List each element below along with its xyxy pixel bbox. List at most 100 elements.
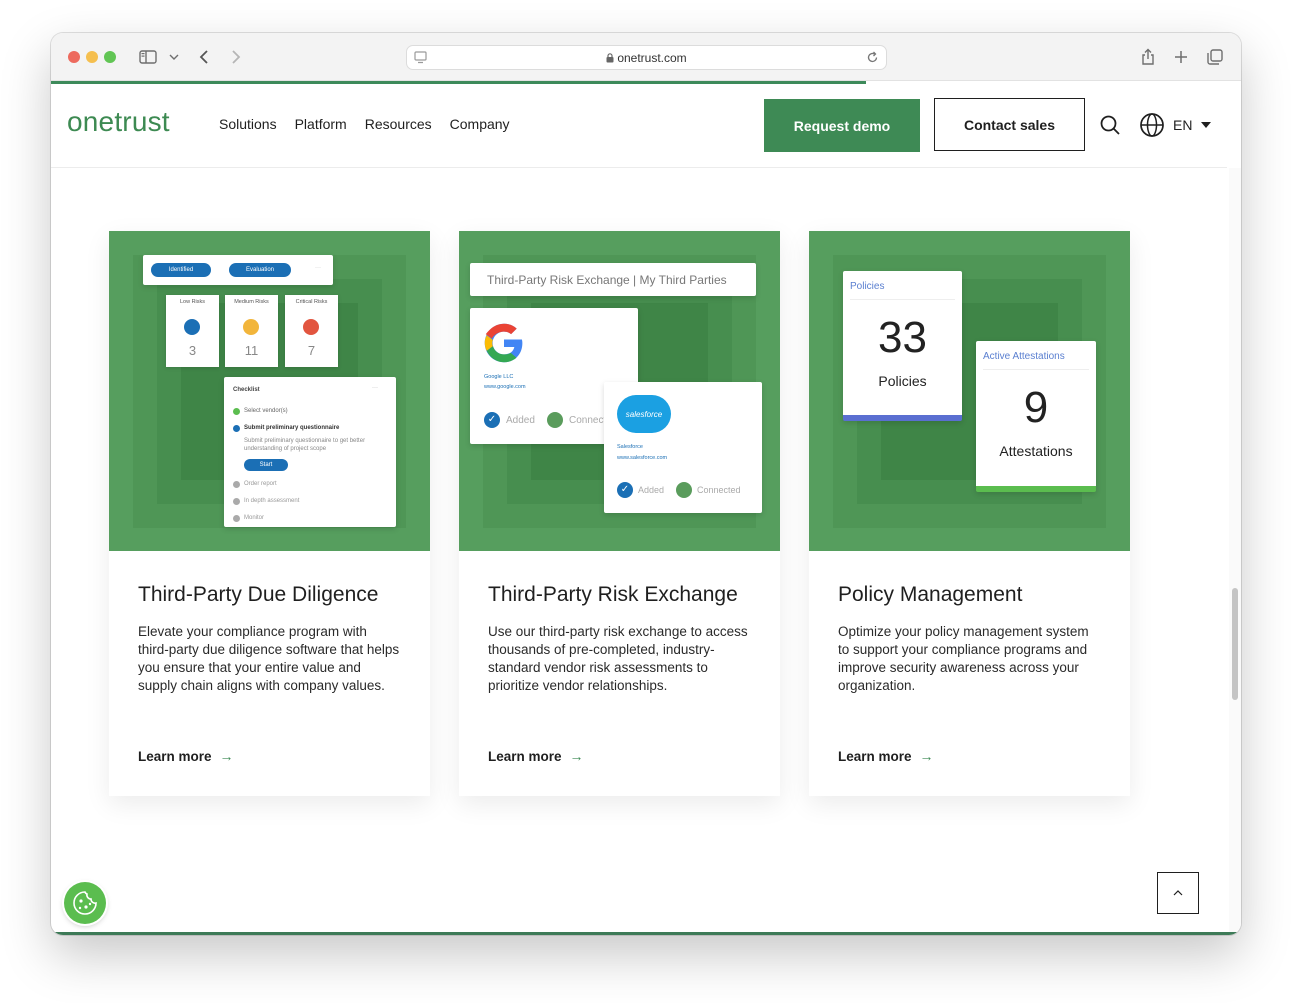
attestations-panel: Active Attestations 9 Attestations xyxy=(976,341,1096,492)
added-label: Added xyxy=(638,485,665,495)
chevron-up-icon xyxy=(1173,887,1183,899)
share-icon[interactable] xyxy=(1139,45,1157,69)
learn-more-label: Learn more xyxy=(138,748,212,764)
chevron-down-icon[interactable] xyxy=(167,45,181,69)
card-title: Policy Management xyxy=(838,583,1023,606)
check-icon xyxy=(233,408,240,415)
pending-icon xyxy=(233,498,240,505)
exchange-header-panel: Third-Party Risk Exchange | My Third Par… xyxy=(470,263,756,296)
card-risk-exchange: Third-Party Risk Exchange | My Third Par… xyxy=(459,231,780,796)
card-illustration: Policies 33 Policies Active Attestations… xyxy=(809,231,1130,551)
forward-icon[interactable] xyxy=(227,45,245,69)
url-label: onetrust.com xyxy=(617,51,687,65)
card-due-diligence: Identified Evaluation ··· Low Risks 3 Me… xyxy=(109,231,430,796)
pending-icon xyxy=(233,515,240,522)
tabs-icon[interactable] xyxy=(1206,45,1224,69)
url-text: onetrust.com xyxy=(407,51,886,66)
current-step-icon xyxy=(233,425,240,432)
site-header: onetrust Solutions Platform Resources Co… xyxy=(51,84,1227,168)
flag-icon xyxy=(184,319,200,335)
request-demo-button[interactable]: Request demo xyxy=(764,99,920,152)
card-description: Elevate your compliance program with thi… xyxy=(138,624,400,693)
reload-icon[interactable] xyxy=(866,51,879,69)
step-identified: Identified xyxy=(151,263,211,277)
attestations-header: Active Attestations xyxy=(983,351,1065,362)
scroll-to-top-button[interactable] xyxy=(1157,872,1199,914)
arrow-right-icon: → xyxy=(219,748,234,764)
address-bar[interactable]: onetrust.com xyxy=(406,45,887,70)
risk-medium: Medium Risks 11 xyxy=(225,295,278,367)
exchange-header: Third-Party Risk Exchange | My Third Par… xyxy=(487,273,727,287)
step-evaluation: Evaluation xyxy=(229,263,291,277)
menu-item-solutions[interactable]: Solutions xyxy=(219,116,277,132)
arrow-right-icon: → xyxy=(919,748,934,764)
policies-header: Policies xyxy=(850,281,885,292)
link-icon xyxy=(676,482,692,498)
vendor-name: Salesforce xyxy=(617,444,643,450)
checklist-item: Monitor xyxy=(244,515,265,521)
vendor-salesforce: salesforce Salesforce www.salesforce.com… xyxy=(604,382,762,513)
risk-low: Low Risks 3 xyxy=(166,295,219,367)
attestations-count: 9 xyxy=(1023,383,1049,432)
start-button: Start xyxy=(244,459,288,471)
card-illustration: Third-Party Risk Exchange | My Third Par… xyxy=(459,231,780,551)
risk-value: 7 xyxy=(307,343,316,358)
learn-more-link[interactable]: Learn more → xyxy=(488,748,584,764)
globe-icon[interactable] xyxy=(1139,112,1165,143)
risk-value: 11 xyxy=(244,343,259,358)
checklist-title: Checklist xyxy=(233,387,260,393)
search-icon[interactable] xyxy=(1099,114,1121,141)
check-icon: ✓ xyxy=(484,412,500,428)
arrow-right-icon: → xyxy=(569,748,584,764)
contact-sales-button[interactable]: Contact sales xyxy=(934,98,1085,151)
learn-more-label: Learn more xyxy=(488,748,562,764)
policies-panel: Policies 33 Policies xyxy=(843,271,962,421)
menu-item-resources[interactable]: Resources xyxy=(365,116,432,132)
bottom-accent-bar xyxy=(51,932,1241,935)
connected-label: Connected xyxy=(697,485,741,495)
vendor-name: Google LLC xyxy=(484,374,514,380)
card-description: Use our third-party risk exchange to acc… xyxy=(488,624,748,693)
close-window-button[interactable] xyxy=(68,51,80,63)
added-label: Added xyxy=(506,415,535,426)
risk-value: 3 xyxy=(188,343,197,358)
browser-toolbar: onetrust.com xyxy=(51,33,1241,81)
onetrust-logo[interactable]: onetrust xyxy=(67,106,170,138)
cookie-settings-icon[interactable] xyxy=(64,882,106,924)
link-icon xyxy=(547,412,563,428)
lock-icon xyxy=(606,52,614,66)
main-menu: Solutions Platform Resources Company xyxy=(219,116,510,132)
card-illustration: Identified Evaluation ··· Low Risks 3 Me… xyxy=(109,231,430,551)
plus-icon[interactable] xyxy=(1172,45,1190,69)
risk-critical: Critical Risks 7 xyxy=(285,295,338,367)
vendor-url: www.google.com xyxy=(484,384,526,390)
policies-label: Policies xyxy=(878,373,927,389)
flag-icon xyxy=(243,319,259,335)
back-icon[interactable] xyxy=(195,45,213,69)
menu-item-platform[interactable]: Platform xyxy=(295,116,347,132)
card-policy-management: Policies 33 Policies Active Attestations… xyxy=(809,231,1130,796)
check-icon: ✓ xyxy=(617,482,633,498)
minimize-window-button[interactable] xyxy=(86,51,98,63)
connect-label: Connect xyxy=(569,415,607,426)
maximize-window-button[interactable] xyxy=(104,51,116,63)
browser-window: onetrust.com onetrust Solutions Platform… xyxy=(51,33,1241,935)
checklist-item: Order report xyxy=(244,481,277,487)
flag-icon xyxy=(303,319,319,335)
menu-item-company[interactable]: Company xyxy=(450,116,510,132)
more-icon: ··· xyxy=(372,385,378,391)
checklist-item: Select vendor(s) xyxy=(244,408,288,414)
sidebar-icon[interactable] xyxy=(137,45,159,69)
learn-more-label: Learn more xyxy=(838,748,912,764)
risk-label: Low Risks xyxy=(179,299,206,305)
policies-count: 33 xyxy=(878,313,927,362)
learn-more-link[interactable]: Learn more → xyxy=(138,748,234,764)
checklist-item-note: Submit preliminary questionnaire to get … xyxy=(244,438,366,452)
page-scrollbar[interactable] xyxy=(1229,168,1241,935)
pending-icon xyxy=(233,481,240,488)
learn-more-link[interactable]: Learn more → xyxy=(838,748,934,764)
caret-down-icon[interactable] xyxy=(1201,122,1211,128)
scrollbar-thumb[interactable] xyxy=(1232,588,1238,700)
stage-bar: Identified Evaluation ··· xyxy=(143,255,333,285)
language-selector[interactable]: EN xyxy=(1173,117,1192,133)
